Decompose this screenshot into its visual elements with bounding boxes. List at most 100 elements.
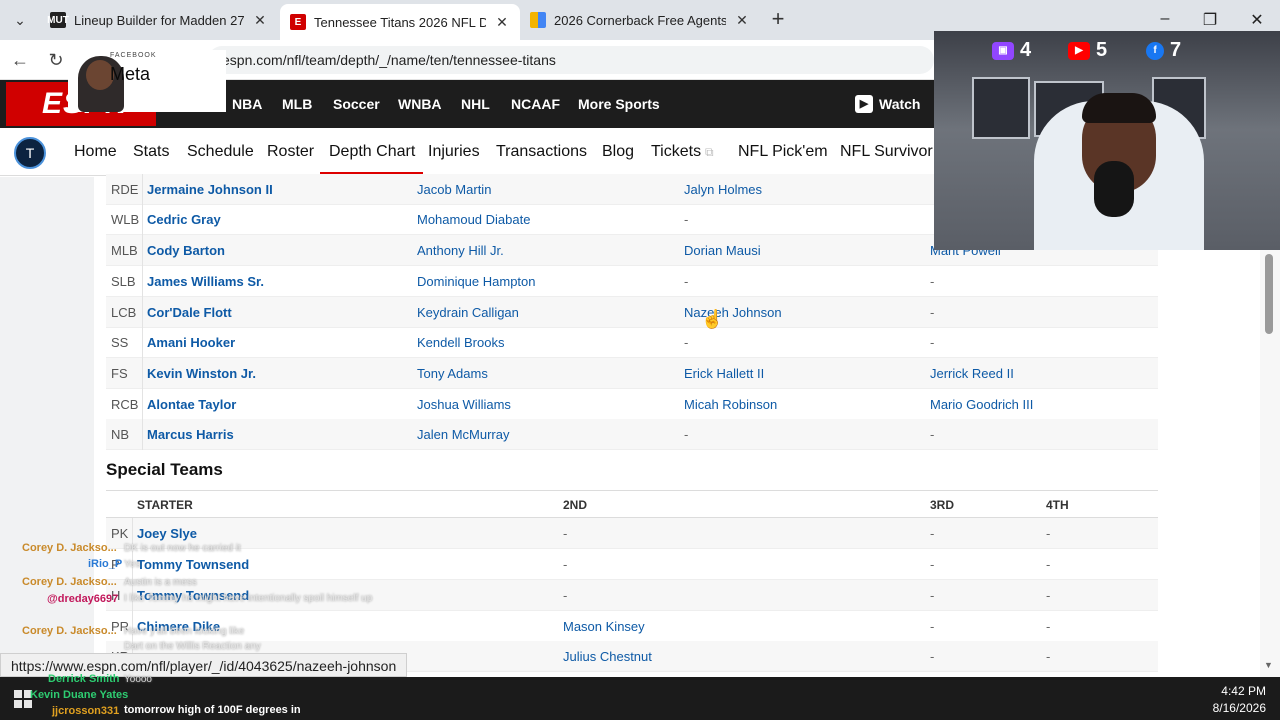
tab-titans-depth[interactable]: E Tennessee Titans 2026 NFL Depth ✕ [280, 4, 520, 40]
starter-link[interactable]: Cedric Gray [147, 204, 221, 235]
second-string-link[interactable]: Jacob Martin [417, 174, 491, 205]
second-string-link[interactable]: Mason Kinsey [563, 611, 645, 642]
team-nav-pickem[interactable]: NFL Pick'em [738, 128, 828, 176]
position-label: RCB [111, 397, 139, 412]
second-string-link[interactable]: Jalen McMurray [417, 419, 509, 450]
new-tab-plus-icon[interactable]: + [766, 8, 790, 32]
tab-title: Tennessee Titans 2026 NFL Depth [314, 14, 486, 30]
tab-title: Lineup Builder for Madden 27 Ulti [74, 12, 244, 28]
team-nav-survivor[interactable]: NFL Survivor [840, 128, 933, 176]
chat-message: Austin is a mess [124, 577, 197, 588]
window-close-icon[interactable]: ✕ [1247, 10, 1267, 30]
second-string-empty: - [563, 526, 568, 541]
third-string-empty: - [684, 274, 689, 289]
team-nav-injuries[interactable]: Injuries [428, 128, 480, 176]
youtube-count: 5 [1096, 39, 1108, 61]
third-string-empty: - [930, 619, 935, 634]
starter-link[interactable]: Amani Hooker [147, 327, 235, 358]
third-string-link[interactable]: Erick Hallett II [684, 358, 764, 389]
sheets-favicon-icon [530, 12, 546, 28]
url-input[interactable]: espn.com/nfl/team/depth/_/name/ten/tenne… [208, 46, 934, 74]
minimize-icon[interactable]: – [1155, 10, 1175, 28]
nav-soccer[interactable]: Soccer [333, 80, 380, 128]
chat-username: iRio_P [88, 558, 123, 570]
third-string-empty: - [684, 427, 689, 442]
twitch-count: 4 [1020, 39, 1032, 61]
scroll-down-arrow-icon[interactable]: ▼ [1264, 660, 1273, 670]
header-divider [106, 490, 1158, 491]
titans-logo-icon[interactable]: T [14, 137, 46, 169]
second-string-link[interactable]: Keydrain Calligan [417, 297, 519, 328]
position-label: MLB [111, 243, 138, 258]
close-tab-icon[interactable]: ✕ [494, 14, 510, 31]
third-string-link[interactable]: Nazeeh Johnson [684, 297, 782, 328]
close-tab-icon[interactable]: ✕ [734, 12, 750, 29]
table-row: FS Kevin Winston Jr. Tony Adams Erick Ha… [106, 358, 1158, 389]
reload-icon[interactable]: ↻ [44, 48, 68, 72]
nav-mlb[interactable]: MLB [282, 80, 312, 128]
starter-link[interactable]: Marcus Harris [147, 419, 234, 450]
clock-time: 4:42 PM [1221, 684, 1266, 698]
twitch-viewer-count: ▣ 4 [992, 39, 1031, 62]
external-link-icon: ⧉ [705, 145, 714, 159]
scrollbar-thumb[interactable] [1265, 254, 1273, 334]
team-nav-stats[interactable]: Stats [133, 128, 169, 176]
second-string-link[interactable]: Tony Adams [417, 358, 488, 389]
second-string-link[interactable]: Mohamoud Diabate [417, 204, 530, 235]
starter-link[interactable]: Cody Barton [147, 235, 225, 266]
second-string-link[interactable]: Kendell Brooks [417, 327, 504, 358]
nav-nba[interactable]: NBA [232, 80, 262, 128]
watch-link[interactable]: ▶ Watch [855, 80, 920, 128]
fourth-string-link[interactable]: Jerrick Reed II [930, 358, 1014, 389]
column-header-3rd: 3RD [930, 498, 955, 512]
back-arrow-icon[interactable]: ← [8, 48, 32, 72]
starter-link[interactable]: Cor'Dale Flott [147, 297, 232, 328]
team-nav-transactions[interactable]: Transactions [496, 128, 587, 176]
column-header-starter: STARTER [137, 498, 193, 512]
screen: ⌄ MUT Lineup Builder for Madden 27 Ulti … [0, 0, 1280, 720]
third-string-empty: - [930, 557, 935, 572]
third-string-empty: - [930, 588, 935, 603]
third-string-link[interactable]: Micah Robinson [684, 389, 777, 420]
close-tab-icon[interactable]: ✕ [252, 12, 268, 29]
tab-cornerback-free-agents[interactable]: 2026 Cornerback Free Agents ✕ [520, 4, 760, 36]
tab-title: 2026 Cornerback Free Agents [554, 12, 726, 28]
second-string-empty: - [563, 557, 568, 572]
team-nav-depth-chart[interactable]: Depth Chart [319, 128, 424, 176]
restore-icon[interactable]: ❐ [1200, 10, 1220, 30]
table-row: RCB Alontae Taylor Joshua Williams Micah… [106, 389, 1158, 420]
third-string-empty: - [930, 649, 935, 664]
column-divider [142, 174, 143, 450]
team-nav-blog[interactable]: Blog [602, 128, 634, 176]
chat-message: DK is out now he carried it [124, 543, 241, 554]
starter-link[interactable]: Kevin Winston Jr. [147, 358, 256, 389]
second-string-link[interactable]: Joshua Williams [417, 389, 511, 420]
starter-link[interactable]: Jermaine Johnson II [147, 174, 273, 205]
second-string-link[interactable]: Dominique Hampton [417, 266, 536, 297]
team-nav-schedule[interactable]: Schedule [187, 128, 254, 176]
third-string-link[interactable]: Dorian Mausi [684, 235, 761, 266]
nav-more-sports[interactable]: More Sports [578, 80, 660, 128]
nav-wnba[interactable]: WNBA [398, 80, 442, 128]
second-string-link[interactable]: Anthony Hill Jr. [417, 235, 504, 266]
tab-lineup-builder[interactable]: MUT Lineup Builder for Madden 27 Ulti ✕ [40, 4, 278, 36]
tab-search-icon[interactable]: ⌄ [8, 8, 32, 32]
starter-link[interactable]: Alontae Taylor [147, 389, 236, 420]
fourth-string-empty: - [930, 274, 935, 289]
team-nav-home[interactable]: Home [74, 128, 117, 176]
chat-message: tomorrow high of 100F degrees in [124, 704, 301, 716]
fourth-string-empty: - [1046, 526, 1051, 541]
nav-nhl[interactable]: NHL [461, 80, 490, 128]
third-string-link[interactable]: Jalyn Holmes [684, 174, 762, 205]
nav-ncaaf[interactable]: NCAAF [511, 80, 560, 128]
team-nav-roster[interactable]: Roster [267, 128, 314, 176]
taskbar-clock[interactable]: 4:42 PM 8/16/2026 [1213, 683, 1266, 717]
jersey-frame [972, 77, 1030, 139]
team-nav-tickets[interactable]: Tickets [651, 128, 701, 176]
fourth-string-link[interactable]: Mario Goodrich III [930, 389, 1033, 420]
fourth-string-empty: - [930, 427, 935, 442]
second-string-link[interactable]: Julius Chestnut [563, 641, 652, 672]
starter-link[interactable]: James Williams Sr. [147, 266, 264, 297]
table-row: SS Amani Hooker Kendell Brooks - - [106, 327, 1158, 358]
hand-cursor-icon: ☝ [701, 309, 724, 329]
